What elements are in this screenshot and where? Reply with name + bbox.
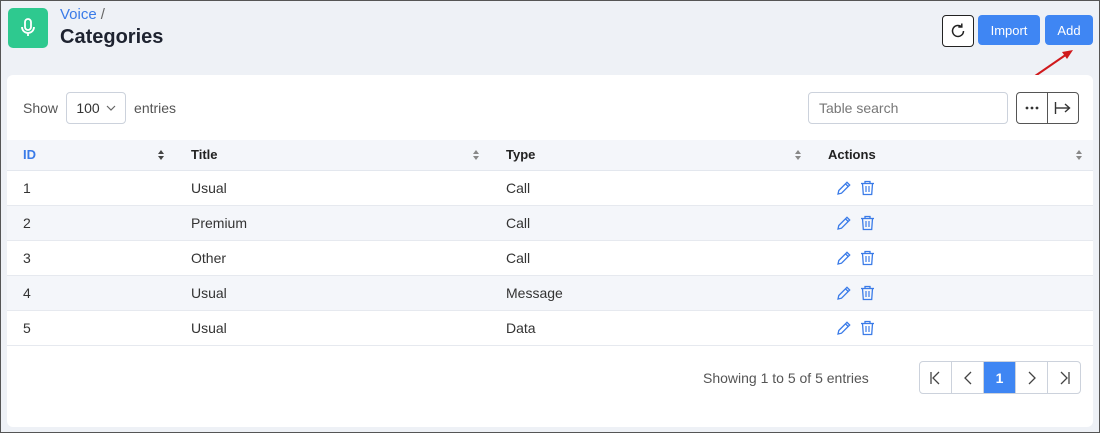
breadcrumb-separator: / xyxy=(100,6,105,23)
cell-type: Call xyxy=(490,170,812,206)
cell-actions xyxy=(812,275,1093,311)
page-length-select[interactable]: 100 xyxy=(66,92,127,124)
row-actions xyxy=(828,320,1077,336)
delete-icon[interactable] xyxy=(860,285,875,301)
refresh-button[interactable] xyxy=(942,15,974,47)
export-button[interactable] xyxy=(1048,93,1078,123)
chevron-down-icon xyxy=(106,105,116,111)
breadcrumb: Voice / xyxy=(60,6,105,23)
sort-icon xyxy=(158,150,164,160)
row-actions xyxy=(828,215,1077,231)
cell-type: Call xyxy=(490,205,812,241)
column-header-label: Title xyxy=(191,147,218,163)
more-horizontal-icon xyxy=(1025,106,1039,110)
page-title: Categories xyxy=(60,26,164,48)
delete-icon[interactable] xyxy=(860,180,875,196)
table-tools xyxy=(1016,92,1079,124)
table-row: 3 Other Call xyxy=(7,240,1093,276)
page-button-1[interactable]: 1 xyxy=(984,362,1016,393)
cell-actions xyxy=(812,205,1093,241)
column-header-type[interactable]: Type xyxy=(490,140,812,171)
edit-icon[interactable] xyxy=(836,215,852,231)
cell-title: Other xyxy=(175,240,490,276)
column-header-id[interactable]: ID xyxy=(7,140,175,171)
delete-icon[interactable] xyxy=(860,250,875,266)
microphone-icon xyxy=(8,8,48,48)
arrow-right-to-line-icon xyxy=(1054,102,1071,114)
table-header-row: ID Title Type Actions xyxy=(7,140,1093,171)
cell-actions xyxy=(812,170,1093,206)
breadcrumb-link-voice[interactable]: Voice xyxy=(60,6,97,23)
row-actions xyxy=(828,285,1077,301)
next-page-button[interactable] xyxy=(1016,362,1048,393)
import-button[interactable]: Import xyxy=(978,15,1040,45)
column-header-label: ID xyxy=(23,147,36,163)
show-label: Show xyxy=(23,100,59,116)
page-header: Voice / Categories Import Add xyxy=(7,6,1093,86)
first-page-button[interactable] xyxy=(920,362,952,393)
table-row: 4 Usual Message xyxy=(7,275,1093,311)
column-header-actions[interactable]: Actions xyxy=(812,140,1093,171)
sort-icon xyxy=(1076,150,1082,160)
chevron-left-icon xyxy=(963,371,971,384)
cell-actions xyxy=(812,240,1093,276)
add-button[interactable]: Add xyxy=(1045,15,1093,45)
pagination: 1 xyxy=(919,361,1081,394)
cell-title: Premium xyxy=(175,205,490,241)
cell-title: Usual xyxy=(175,275,490,311)
table-row: 1 Usual Call xyxy=(7,170,1093,206)
cell-id: 5 xyxy=(7,310,175,346)
row-actions xyxy=(828,180,1077,196)
row-actions xyxy=(828,250,1077,266)
delete-icon[interactable] xyxy=(860,215,875,231)
cell-title: Usual xyxy=(175,310,490,346)
sort-icon xyxy=(795,150,801,160)
table-info: Showing 1 to 5 of 5 entries xyxy=(703,370,869,386)
cell-id: 3 xyxy=(7,240,175,276)
column-header-label: Actions xyxy=(828,147,876,163)
page-length-control: Show 100 entries xyxy=(23,92,176,124)
cell-title: Usual xyxy=(175,170,490,206)
edit-icon[interactable] xyxy=(836,320,852,336)
table-row: 5 Usual Data xyxy=(7,310,1093,346)
cell-id: 1 xyxy=(7,170,175,206)
chevrons-last-icon xyxy=(1060,371,1070,384)
refresh-icon xyxy=(951,23,965,38)
chevron-right-icon xyxy=(1028,371,1036,384)
cell-id: 2 xyxy=(7,205,175,241)
last-page-button[interactable] xyxy=(1048,362,1080,393)
cell-actions xyxy=(812,310,1093,346)
cell-type: Data xyxy=(490,310,812,346)
table-search xyxy=(808,92,1008,124)
categories-card: Show 100 entries Table search ID Title T… xyxy=(7,75,1093,427)
column-header-label: Type xyxy=(506,147,536,163)
cell-type: Message xyxy=(490,275,812,311)
table-search-input[interactable] xyxy=(819,100,1000,116)
more-options-button[interactable] xyxy=(1017,93,1048,123)
edit-icon[interactable] xyxy=(836,250,852,266)
categories-table: ID Title Type Actions 1 Usual Call 2 Premium… xyxy=(7,140,1093,346)
entries-label: entries xyxy=(134,100,177,116)
table-row: 2 Premium Call xyxy=(7,205,1093,241)
delete-icon[interactable] xyxy=(860,320,875,336)
column-header-title[interactable]: Title xyxy=(175,140,490,171)
sort-icon xyxy=(473,150,479,160)
cell-type: Call xyxy=(490,240,812,276)
edit-icon[interactable] xyxy=(836,285,852,301)
cell-id: 4 xyxy=(7,275,175,311)
page-length-value: 100 xyxy=(76,100,100,116)
edit-icon[interactable] xyxy=(836,180,852,196)
chevrons-first-icon xyxy=(929,371,939,384)
previous-page-button[interactable] xyxy=(952,362,984,393)
